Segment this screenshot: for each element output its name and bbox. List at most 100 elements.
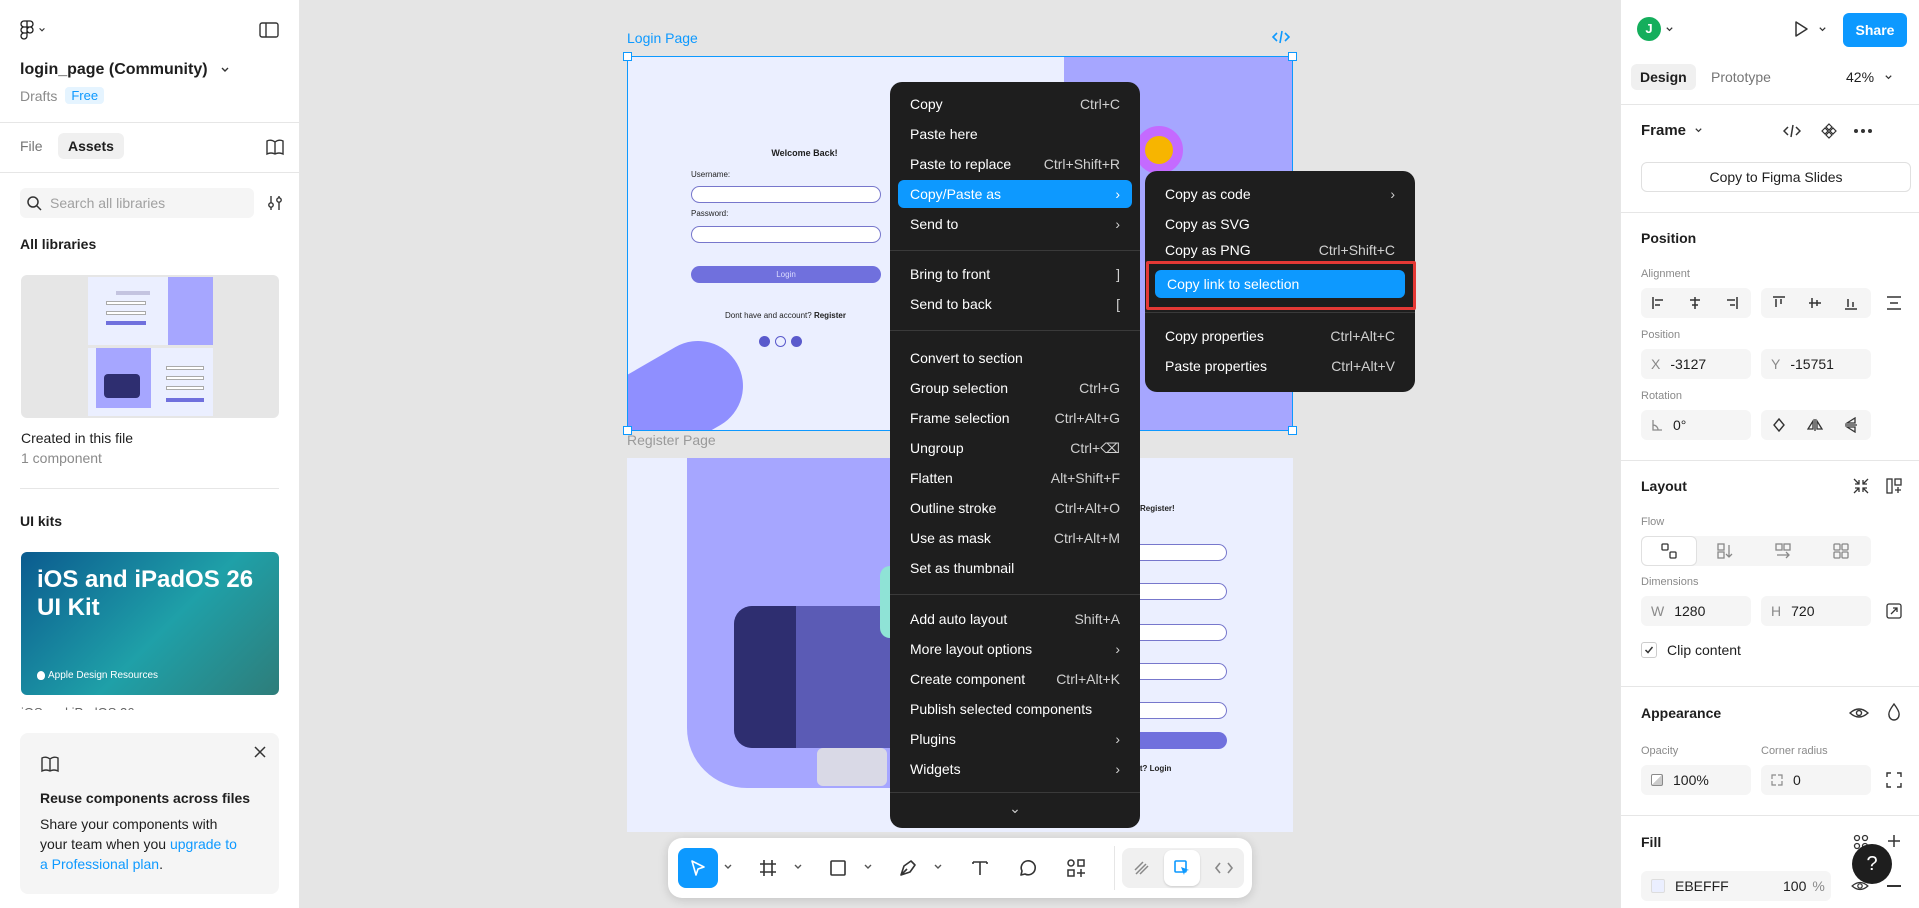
tab-design[interactable]: Design bbox=[1631, 64, 1696, 90]
tab-prototype[interactable]: Prototype bbox=[1711, 69, 1771, 85]
register-input-2[interactable] bbox=[1130, 583, 1227, 600]
professional-plan-link[interactable]: a Professional plan bbox=[40, 856, 159, 872]
align-bottom-icon[interactable] bbox=[1833, 295, 1869, 311]
flip-horizontal-icon[interactable] bbox=[1797, 418, 1833, 432]
search-input[interactable]: Search all libraries bbox=[20, 188, 254, 218]
submenu-item-copy-as-svg[interactable]: Copy as SVG bbox=[1153, 210, 1407, 238]
menu-item-copy-paste-as[interactable]: Copy/Paste as › bbox=[898, 180, 1132, 208]
add-fill-plus-icon[interactable] bbox=[1887, 834, 1901, 848]
selection-handle-br[interactable] bbox=[1288, 426, 1297, 435]
menu-item-more-layout-options[interactable]: More layout options › bbox=[898, 635, 1132, 663]
menu-item-send-to[interactable]: Send to › bbox=[898, 210, 1132, 238]
register-input-4[interactable] bbox=[1130, 663, 1227, 680]
menu-item-add-auto-layout[interactable]: Add auto layout Shift+A bbox=[898, 605, 1132, 633]
library-thumbnail[interactable] bbox=[21, 275, 279, 418]
align-right-icon[interactable] bbox=[1713, 296, 1749, 310]
menu-item-send-to-back[interactable]: Send to back[ bbox=[898, 290, 1132, 318]
menu-item-flatten[interactable]: Flatten Alt+Shift+F bbox=[898, 464, 1132, 492]
register-input-1[interactable] bbox=[1130, 544, 1227, 561]
tab-assets[interactable]: Assets bbox=[58, 133, 124, 159]
library-book-icon[interactable] bbox=[265, 138, 285, 156]
drafts-link[interactable]: Drafts bbox=[20, 88, 57, 104]
text-tool-icon[interactable] bbox=[960, 848, 1000, 888]
frame-type-dropdown[interactable]: Frame bbox=[1641, 122, 1703, 139]
draw-mode-icon[interactable] bbox=[1124, 850, 1160, 886]
flow-horizontal-icon[interactable] bbox=[1754, 543, 1812, 559]
register-input-3[interactable] bbox=[1130, 624, 1227, 641]
align-middle-v-icon[interactable] bbox=[1797, 295, 1833, 311]
register-button[interactable] bbox=[1130, 732, 1227, 749]
menu-item-copy[interactable]: Copy Ctrl+C bbox=[898, 90, 1132, 118]
component-diamond-icon[interactable] bbox=[1821, 123, 1837, 139]
independent-corners-icon[interactable] bbox=[1886, 772, 1902, 788]
menu-more-chevron-down-icon[interactable]: ⌄ bbox=[890, 800, 1140, 817]
move-tool[interactable] bbox=[678, 848, 718, 888]
share-button[interactable]: Share bbox=[1843, 13, 1907, 47]
flow-freeform-icon[interactable] bbox=[1642, 537, 1696, 565]
flip-vertical-icon[interactable] bbox=[1833, 417, 1869, 433]
register-input-5[interactable] bbox=[1130, 702, 1227, 719]
chevron-down-icon[interactable] bbox=[793, 862, 803, 872]
selection-handle-tr[interactable] bbox=[1288, 52, 1297, 61]
menu-item-publish-selected-components[interactable]: Publish selected components bbox=[898, 695, 1132, 723]
ui-kit-card[interactable]: iOS and iPadOS 26 UI Kit Apple Design Re… bbox=[21, 552, 279, 695]
width-input[interactable]: W 1280 bbox=[1641, 596, 1751, 626]
frame-tool-hash-icon[interactable] bbox=[748, 848, 788, 888]
menu-item-ungroup[interactable]: Ungroup Ctrl+⌫ bbox=[898, 434, 1132, 462]
login-prompt[interactable]: nt? Login bbox=[1135, 764, 1171, 773]
close-icon[interactable] bbox=[253, 745, 267, 759]
height-input[interactable]: H 720 bbox=[1761, 596, 1871, 626]
align-top-icon[interactable] bbox=[1761, 295, 1797, 311]
fill-color-input[interactable]: EBEFFF 100 % bbox=[1641, 871, 1831, 901]
comment-tool-icon[interactable] bbox=[1008, 848, 1048, 888]
tab-file[interactable]: File bbox=[20, 138, 43, 154]
upgrade-link[interactable]: upgrade to bbox=[170, 836, 237, 852]
rotation-input[interactable]: 0° bbox=[1641, 410, 1751, 440]
menu-item-create-component[interactable]: Create component Ctrl+Alt+K bbox=[898, 665, 1132, 693]
menu-item-frame-selection[interactable]: Frame selection Ctrl+Alt+G bbox=[898, 404, 1132, 432]
rotate-90-icon[interactable] bbox=[1761, 417, 1797, 433]
chevron-down-icon[interactable] bbox=[863, 862, 873, 872]
submenu-item-paste-properties[interactable]: Paste properties Ctrl+Alt+V bbox=[1153, 352, 1407, 380]
eye-icon[interactable] bbox=[1849, 705, 1869, 721]
frame-label-login[interactable]: Login Page bbox=[627, 30, 698, 46]
menu-item-widgets[interactable]: Widgets › bbox=[898, 755, 1132, 783]
flow-grid-icon[interactable] bbox=[1812, 543, 1870, 559]
x-position-input[interactable]: X -3127 bbox=[1641, 349, 1751, 379]
pen-tool-icon[interactable] bbox=[888, 848, 928, 888]
remove-fill-minus-icon[interactable] bbox=[1887, 885, 1901, 887]
menu-item-group-selection[interactable]: Group selection Ctrl+G bbox=[898, 374, 1132, 402]
flow-vertical-icon[interactable] bbox=[1696, 543, 1754, 559]
code-icon[interactable] bbox=[1783, 124, 1801, 138]
collapse-layout-icon[interactable] bbox=[1853, 478, 1869, 494]
avatar[interactable]: J bbox=[1637, 17, 1674, 41]
menu-item-convert-to-section[interactable]: Convert to section bbox=[898, 344, 1132, 372]
menu-item-plugins[interactable]: Plugins › bbox=[898, 725, 1132, 753]
submenu-item-copy-as-png[interactable]: Copy as PNG Ctrl+Shift+C bbox=[1153, 240, 1407, 260]
filter-sliders-icon[interactable] bbox=[266, 194, 284, 212]
figma-logo-icon[interactable] bbox=[20, 20, 46, 40]
drop-blend-icon[interactable] bbox=[1887, 703, 1901, 721]
align-center-h-icon[interactable] bbox=[1677, 296, 1713, 310]
menu-item-paste-to-replace[interactable]: Paste to replace Ctrl+Shift+R bbox=[898, 150, 1132, 178]
opacity-input[interactable]: 100% bbox=[1641, 765, 1751, 795]
help-button[interactable]: ? bbox=[1852, 844, 1892, 884]
fill-swatch[interactable] bbox=[1651, 879, 1665, 893]
present-play-icon[interactable] bbox=[1792, 20, 1827, 38]
file-title[interactable]: login_page (Community) bbox=[20, 61, 230, 79]
design-mode-icon[interactable] bbox=[1164, 850, 1200, 886]
actions-tool-icon[interactable] bbox=[1056, 848, 1096, 888]
copy-to-slides-button[interactable]: Copy to Figma Slides bbox=[1641, 162, 1911, 192]
chevron-down-icon[interactable] bbox=[723, 862, 733, 872]
menu-item-outline-stroke[interactable]: Outline stroke Ctrl+Alt+O bbox=[898, 494, 1132, 522]
y-position-input[interactable]: Y -15751 bbox=[1761, 349, 1871, 379]
rectangle-tool-icon[interactable] bbox=[818, 848, 858, 888]
corner-radius-input[interactable]: 0 bbox=[1761, 765, 1871, 795]
selection-handle-tl[interactable] bbox=[623, 52, 632, 61]
frame-label-register[interactable]: Register Page bbox=[627, 432, 716, 448]
menu-item-bring-to-front[interactable]: Bring to front] bbox=[898, 260, 1132, 288]
menu-item-paste-here[interactable]: Paste here bbox=[898, 120, 1132, 148]
menu-item-use-as-mask[interactable]: Use as mask Ctrl+Alt+M bbox=[898, 524, 1132, 552]
more-options-icon[interactable] bbox=[1854, 129, 1872, 133]
dev-mode-code-icon[interactable] bbox=[1206, 850, 1242, 886]
